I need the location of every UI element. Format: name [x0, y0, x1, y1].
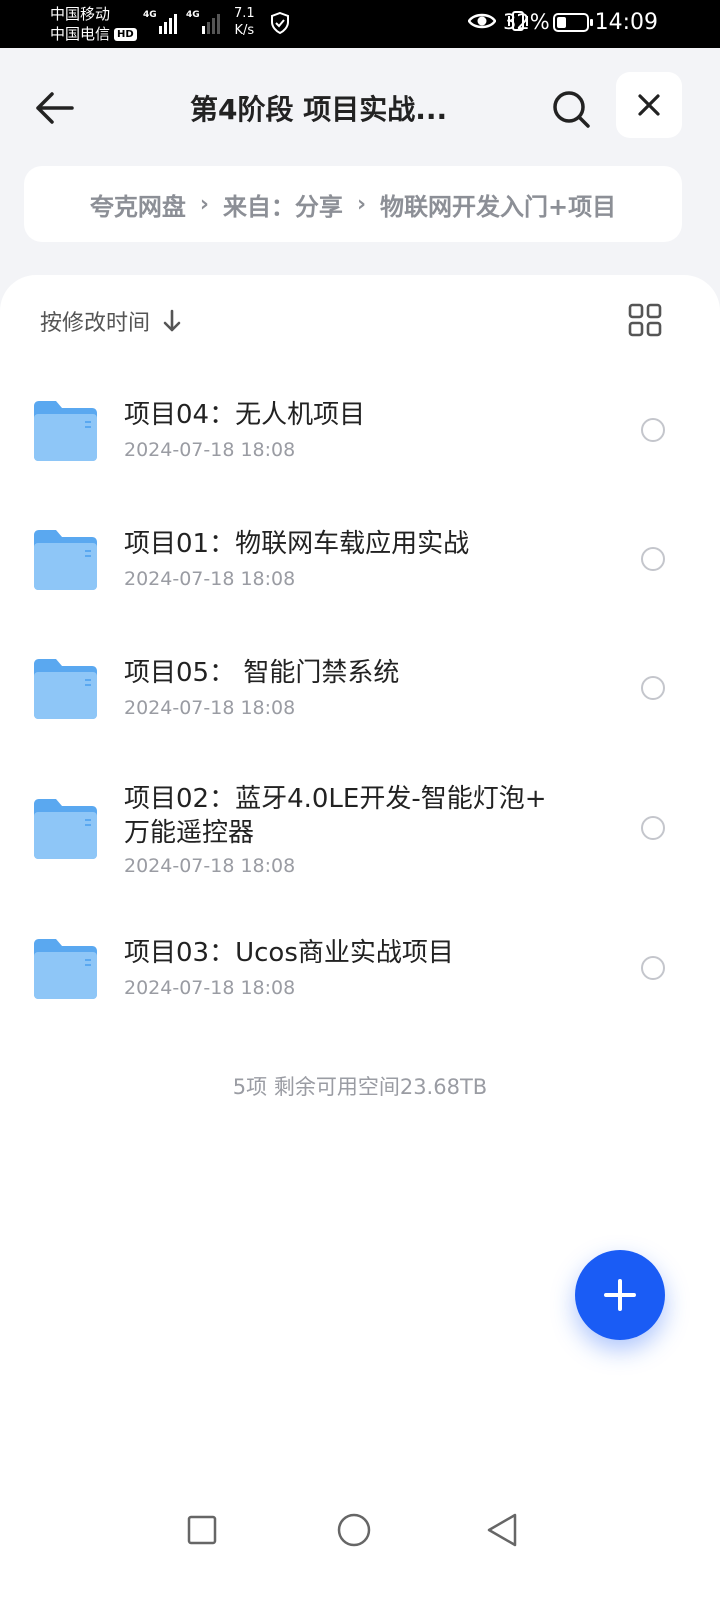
plus-icon	[604, 1279, 636, 1311]
back-nav-button[interactable]	[482, 1510, 522, 1550]
sort-label: 按修改时间	[40, 311, 151, 336]
file-date: 2024-07-18 18:08	[124, 697, 296, 719]
carrier-1: 中国移动	[50, 5, 111, 23]
select-radio[interactable]	[641, 418, 665, 442]
add-button[interactable]	[575, 1250, 665, 1340]
square-icon	[187, 1515, 217, 1545]
clock: 14:09	[594, 10, 658, 35]
eye-icon	[468, 13, 496, 29]
page-title: 第4阶段 项目实战...	[190, 93, 448, 126]
home-button[interactable]	[334, 1510, 374, 1550]
circle-icon	[337, 1513, 371, 1547]
battery-percent: 32%	[503, 10, 550, 34]
sort-selector[interactable]: 按修改时间	[40, 305, 182, 337]
select-radio[interactable]	[641, 956, 665, 980]
arrow-left-icon	[36, 92, 74, 124]
network-speed: 7.1 K/s	[234, 6, 255, 38]
file-row[interactable]: 项目03：Ucos商业实战项目 2024-07-18 18:08	[0, 913, 720, 1023]
carrier-info: 中国移动 中国电信 HD	[50, 4, 137, 44]
breadcrumb-item-current[interactable]: 物联网开发入门+项目	[380, 187, 616, 222]
chevron-right-icon: ›	[356, 191, 367, 217]
triangle-back-icon	[487, 1513, 517, 1547]
folder-icon	[34, 530, 97, 590]
file-name: 项目05： 智能门禁系统	[124, 658, 400, 688]
file-row[interactable]: 项目05： 智能门禁系统 2024-07-18 18:08	[0, 633, 720, 743]
breadcrumb: 夸克网盘 › 来自：分享 › 物联网开发入门+项目	[24, 166, 682, 242]
file-row[interactable]: 项目04：无人机项目 2024-07-18 18:08	[0, 375, 720, 485]
folder-icon	[34, 401, 97, 461]
select-radio[interactable]	[641, 676, 665, 700]
search-button[interactable]	[546, 84, 596, 134]
battery-icon	[553, 13, 593, 32]
select-radio[interactable]	[641, 816, 665, 840]
breadcrumb-item-root[interactable]: 夸克网盘	[90, 187, 186, 222]
file-date: 2024-07-18 18:08	[124, 439, 296, 461]
folder-icon	[34, 939, 97, 999]
arrow-down-icon	[163, 309, 181, 332]
file-date: 2024-07-18 18:08	[124, 568, 296, 590]
system-nav-bar	[0, 1490, 720, 1570]
breadcrumb-item-share[interactable]: 来自：分享	[223, 187, 343, 222]
back-button[interactable]	[28, 82, 80, 134]
folder-icon	[34, 799, 97, 859]
folder-icon	[34, 659, 97, 719]
shield-icon	[271, 12, 289, 34]
close-button[interactable]	[616, 72, 682, 138]
file-name-line-2: 万能遥控器	[124, 818, 255, 848]
search-icon	[553, 91, 590, 128]
file-name: 项目04：无人机项目	[124, 400, 366, 430]
file-date: 2024-07-18 18:08	[124, 855, 296, 877]
file-name: 项目01：物联网车载应用实战	[124, 529, 470, 559]
signal-1-icon: 4G	[143, 10, 179, 34]
signal-2-icon: 4G	[186, 10, 222, 34]
hd-badge: HD	[114, 28, 137, 41]
grid-view-icon[interactable]	[628, 303, 662, 337]
file-list-panel: 按修改时间 项目04：无人机项目 2024-07-18 18:08 项目01：物…	[0, 275, 720, 1600]
chevron-right-icon: ›	[199, 191, 209, 217]
file-name: 项目03：Ucos商业实战项目	[124, 938, 454, 968]
file-row[interactable]: 项目01：物联网车载应用实战 2024-07-18 18:08	[0, 504, 720, 614]
storage-summary: 5项 剩余可用空间23.68TB	[232, 1075, 488, 1099]
file-date: 2024-07-18 18:08	[124, 977, 296, 999]
carrier-2: 中国电信	[50, 25, 111, 43]
file-row[interactable]: 项目02：蓝牙4.0LE开发-智能灯泡+ 万能遥控器 2024-07-18 18…	[0, 773, 720, 903]
recent-apps-button[interactable]	[182, 1510, 222, 1550]
status-bar: 中国移动 中国电信 HD 4G 4G 7.1 K/s 32% 14:09	[0, 0, 720, 48]
file-name-line-1: 项目02：蓝牙4.0LE开发-智能灯泡+	[124, 784, 547, 814]
close-icon	[638, 94, 660, 116]
select-radio[interactable]	[641, 547, 665, 571]
